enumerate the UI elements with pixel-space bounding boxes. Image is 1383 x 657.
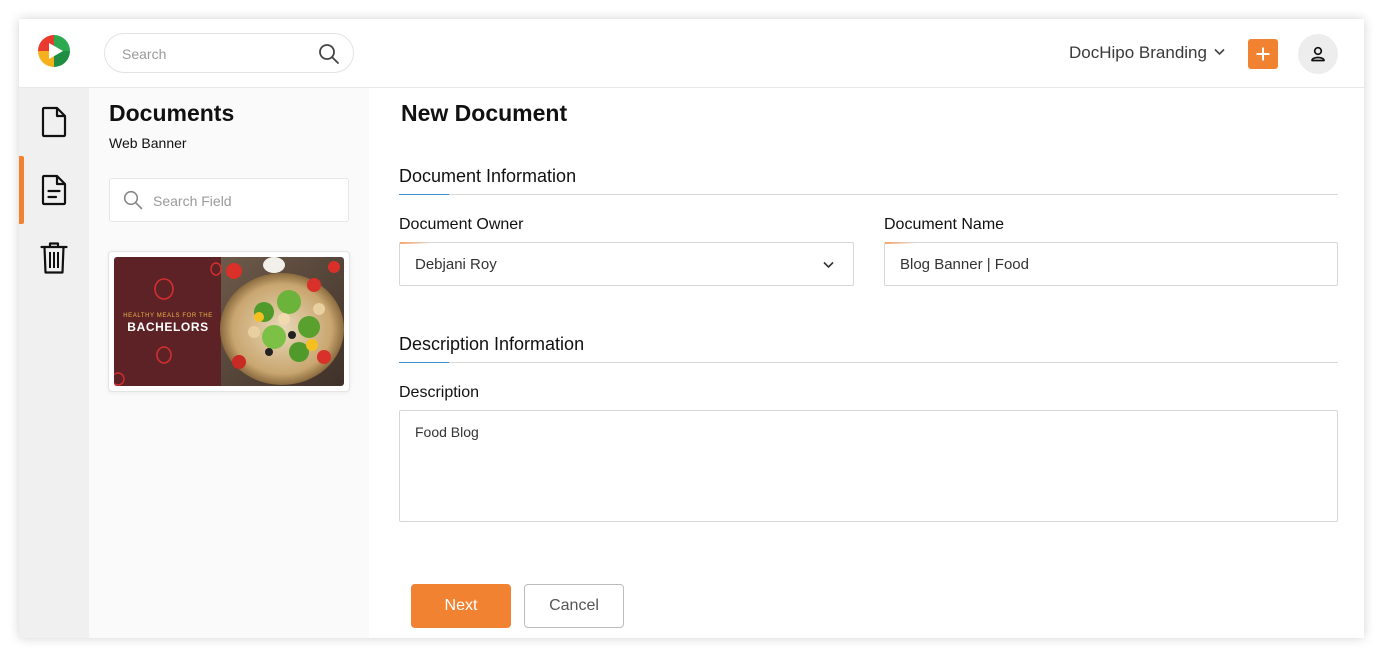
plus-icon <box>1256 47 1270 61</box>
chevron-down-icon <box>823 261 834 269</box>
section-divider <box>399 194 1338 195</box>
add-button[interactable] <box>1248 39 1278 69</box>
search-icon <box>123 190 143 210</box>
app-window: DocHipo Branding <box>19 19 1364 638</box>
rail-item-trash[interactable] <box>19 224 89 292</box>
documents-title: Documents <box>109 100 235 126</box>
rail-item-documents[interactable] <box>19 88 89 156</box>
description-textarea[interactable]: Food Blog <box>399 410 1338 522</box>
document-name-label: Document Name <box>884 216 1005 233</box>
field-search-input[interactable] <box>153 191 338 211</box>
documents-subtitle: Web Banner <box>109 135 187 151</box>
page-title: New Document <box>401 100 568 126</box>
user-avatar-button[interactable] <box>1298 34 1338 74</box>
workspace-label: DocHipo Branding <box>1069 43 1207 62</box>
global-search <box>104 33 354 73</box>
dochipo-logo[interactable] <box>36 33 72 69</box>
trash-icon <box>40 242 68 274</box>
document-name-input[interactable]: Blog Banner | Food <box>884 242 1338 286</box>
document-text-icon <box>41 174 67 206</box>
next-button[interactable]: Next <box>411 584 511 628</box>
document-owner-value: Debjani Roy <box>415 255 497 273</box>
top-bar: DocHipo Branding <box>19 19 1364 88</box>
description-value: Food Blog <box>415 424 479 440</box>
document-icon <box>41 106 67 138</box>
document-owner-select[interactable]: Debjani Roy <box>399 242 854 286</box>
search-input[interactable] <box>122 44 312 64</box>
left-rail <box>19 88 89 638</box>
document-information-heading: Document Information <box>399 166 577 186</box>
bachelors-banner-thumbnail: HEALTHY MEALS FOR THE BACHELORS <box>114 257 344 386</box>
document-name-value: Blog Banner | Food <box>900 255 1029 273</box>
document-owner-label: Document Owner <box>399 216 524 233</box>
search-icon[interactable] <box>318 43 340 65</box>
section-divider <box>399 362 1338 363</box>
cancel-button[interactable]: Cancel <box>524 584 624 628</box>
new-document-form: New Document Document Information Docume… <box>369 88 1364 638</box>
documents-panel: Documents Web Banner Search Field HEALTH… <box>89 88 369 638</box>
workspace-dropdown[interactable]: DocHipo Branding <box>1069 42 1226 64</box>
thumbnail-text-small: HEALTHY MEALS FOR THE <box>123 313 213 319</box>
chevron-down-icon <box>1213 43 1226 63</box>
document-thumbnail-card[interactable]: HEALTHY MEALS FOR THE BACHELORS <box>108 251 350 392</box>
description-information-heading: Description Information <box>399 334 585 354</box>
thumbnail-text-large: BACHELORS <box>127 320 208 334</box>
rail-item-text-documents[interactable] <box>19 156 89 224</box>
field-search <box>109 178 349 222</box>
user-icon <box>1311 46 1325 62</box>
description-label: Description <box>399 384 480 401</box>
